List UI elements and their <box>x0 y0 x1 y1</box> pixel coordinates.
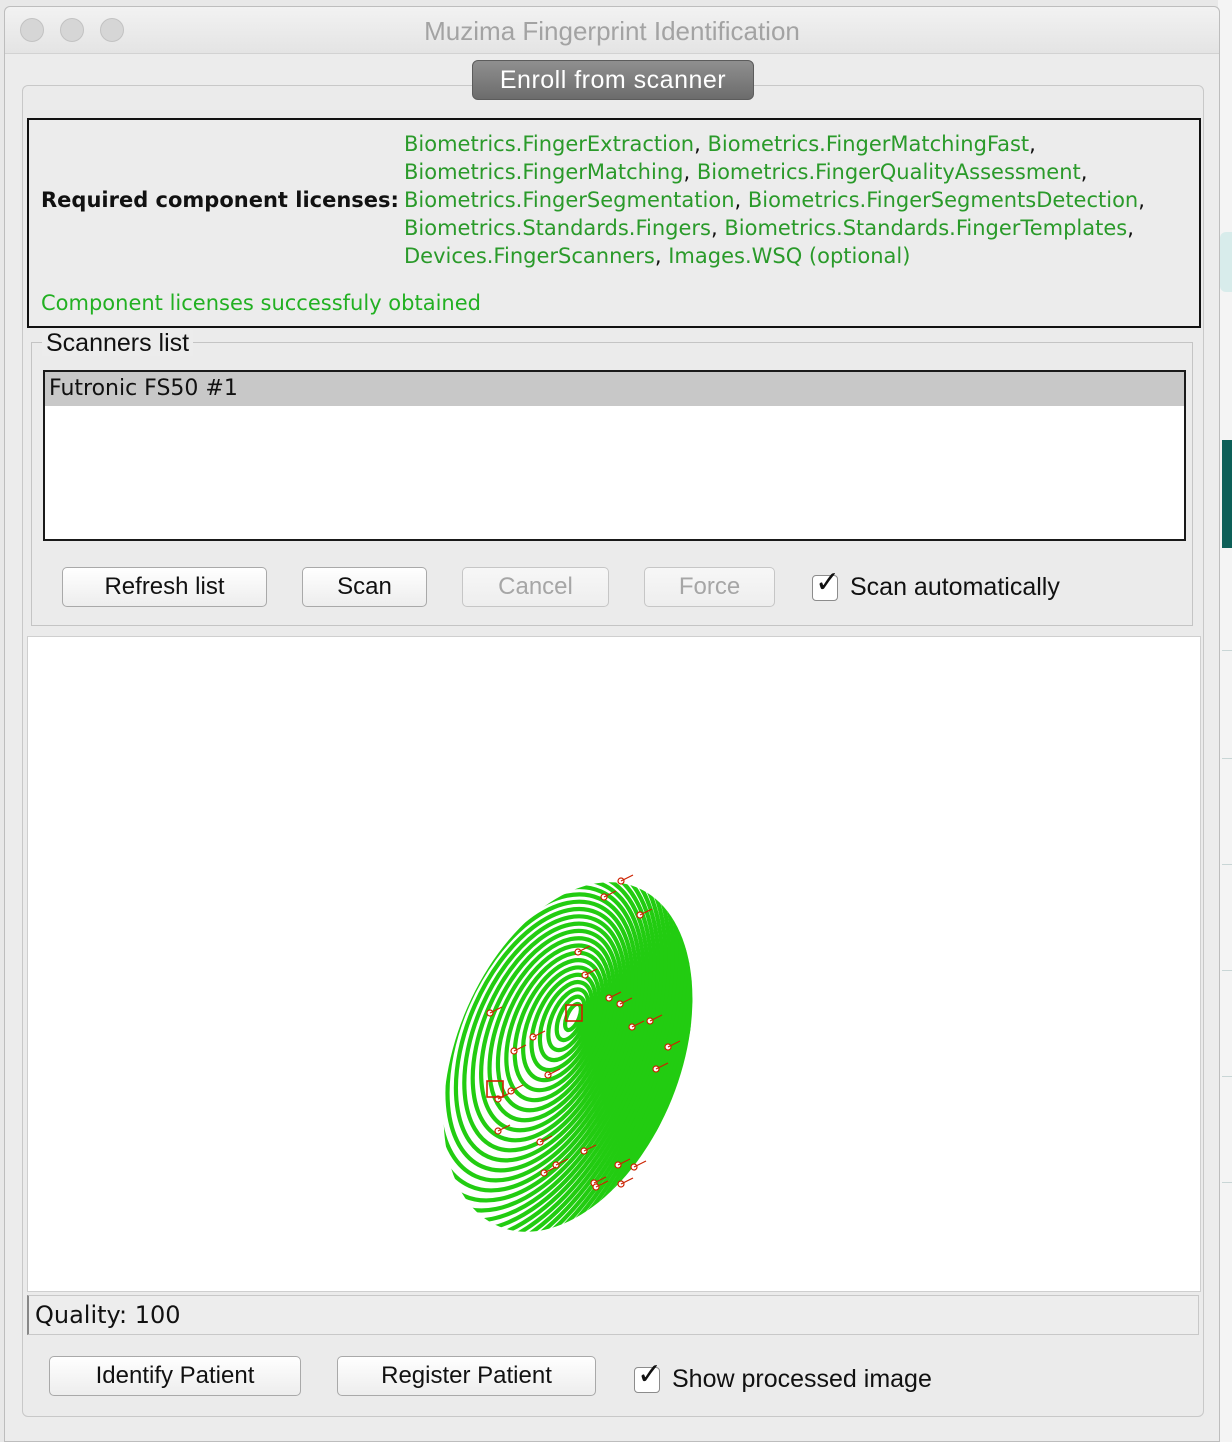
checkmark-icon: ✓ <box>637 1356 663 1392</box>
main-window: Muzima Fingerprint Identification Enroll… <box>4 6 1220 1442</box>
show-processed-image-checkbox[interactable]: ✓ <box>634 1357 662 1393</box>
scan-button[interactable]: Scan <box>302 567 427 607</box>
scan-automatically-toggle[interactable]: ✓ Scan automatically <box>812 565 1060 602</box>
identify-patient-button[interactable]: Identify Patient <box>49 1356 301 1396</box>
fingerprint-image <box>395 845 705 1269</box>
scanner-list[interactable]: Futronic FS50 #1 <box>43 370 1186 541</box>
license-item: Devices.FingerScanners <box>404 244 655 268</box>
license-item: Biometrics.Standards.FingerTemplates <box>724 216 1128 240</box>
license-item: Biometrics.FingerSegmentation <box>404 188 735 212</box>
license-panel: Required component licenses: Biometrics.… <box>27 118 1201 328</box>
scanner-list-item[interactable]: Futronic FS50 #1 <box>45 372 1184 406</box>
license-item: Images.WSQ (optional) <box>668 244 911 268</box>
licenses-label: Required component licenses: <box>41 188 399 212</box>
refresh-list-button[interactable]: Refresh list <box>62 567 267 607</box>
license-item: Biometrics.FingerSegmentsDetection <box>747 188 1139 212</box>
scan-automatically-checkbox[interactable]: ✓ <box>812 565 840 601</box>
background-desktop <box>1218 0 1232 1442</box>
license-item: Biometrics.Standards.Fingers <box>404 216 712 240</box>
license-item: Biometrics.FingerExtraction <box>404 132 695 156</box>
quality-text: Quality: 100 <box>35 1301 181 1329</box>
quality-bar: Quality: 100 <box>27 1295 1199 1335</box>
show-processed-image-label: Show processed image <box>672 1365 932 1393</box>
force-button[interactable]: Force <box>644 567 775 607</box>
scan-automatically-label: Scan automatically <box>850 573 1060 601</box>
show-processed-image-toggle[interactable]: ✓ Show processed image <box>634 1357 932 1394</box>
register-patient-button[interactable]: Register Patient <box>337 1356 596 1396</box>
scanners-group-title: Scanners list <box>42 330 194 356</box>
license-item: Biometrics.FingerQualityAssessment <box>696 160 1081 184</box>
title-bar[interactable]: Muzima Fingerprint Identification <box>5 7 1219 54</box>
fingerprint-ridges <box>395 845 705 1269</box>
cancel-button[interactable]: Cancel <box>462 567 609 607</box>
window-title: Muzima Fingerprint Identification <box>424 16 800 46</box>
tab-enroll-from-scanner[interactable]: Enroll from scanner <box>472 60 754 100</box>
license-item: Biometrics.FingerMatchingFast <box>707 132 1030 156</box>
license-status: Component licenses successfuly obtained <box>41 291 481 315</box>
fingerprint-image-panel <box>27 636 1201 1292</box>
scanners-group: Scanners list Futronic FS50 #1 Refresh l… <box>31 330 1193 626</box>
license-item: Biometrics.FingerMatching <box>404 160 684 184</box>
checkmark-icon: ✓ <box>815 564 841 600</box>
license-list: Biometrics.FingerExtraction, Biometrics.… <box>404 132 1145 268</box>
